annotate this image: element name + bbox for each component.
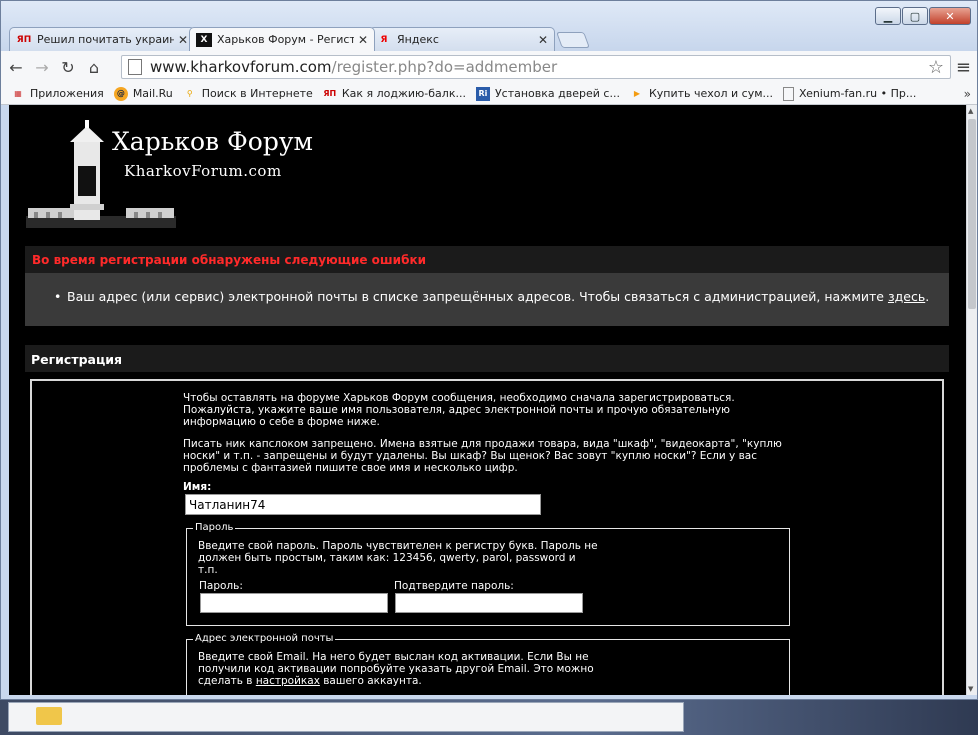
close-tab-icon[interactable]: ✕ [178, 33, 188, 47]
url-path: /register.php?do=addmember [331, 58, 558, 76]
tab-title: Решил почитать украинс [37, 33, 174, 46]
scroll-down-icon[interactable]: ▼ [968, 685, 973, 693]
play-icon: ▶ [633, 89, 641, 98]
email-fieldset: Адрес электронной почты Введите свой Ema… [186, 633, 790, 695]
close-tab-icon[interactable]: ✕ [538, 33, 548, 47]
bookmark-star-icon[interactable]: ☆ [928, 57, 944, 78]
forward-icon[interactable]: → [31, 56, 53, 78]
username-input[interactable]: Чатланин74 [185, 494, 541, 515]
password-help-text: Введите свой пароль. Пароль чувствителен… [198, 540, 598, 576]
bookmark-label: Приложения [30, 87, 104, 100]
password-label: Пароль: [199, 580, 243, 592]
contact-admin-link[interactable]: здесь [888, 289, 925, 304]
home-icon[interactable]: ⌂ [83, 56, 105, 78]
tab-strip: ▁ ▢ ✕ ЯП Решил почитать украинс ✕ Х Харь… [1, 1, 977, 51]
email-help-end: вашего аккаунта. [319, 675, 422, 687]
kharkovforum-favicon-icon: Х [196, 32, 212, 47]
yap-favicon-icon: ЯП [16, 34, 32, 45]
toolbar: ← → ↻ ⌂ www.kharkovforum.com/register.ph… [1, 51, 977, 83]
site-title: Харьков Форум [112, 127, 313, 156]
bookmark-label: Mail.Ru [132, 87, 173, 100]
tab-title: Яндекс [397, 33, 439, 46]
nick-rules-paragraph: Писать ник капслоком запрещено. Имена вз… [183, 438, 782, 474]
reload-icon[interactable]: ↻ [57, 56, 79, 78]
ri-icon: Ri [475, 86, 490, 101]
page-viewport: Харьков Форум KharkovForum.com Во время … [9, 105, 966, 695]
close-window-button[interactable]: ✕ [929, 7, 971, 25]
vertical-scrollbar[interactable]: ▲ ▼ [966, 105, 977, 695]
menu-icon[interactable]: ≡ [956, 57, 971, 78]
mailru-icon: @ [113, 86, 128, 101]
error-message-end: . [925, 289, 930, 304]
registration-form: Чтобы оставлять на форуме Харьков Форум … [30, 379, 944, 695]
tab-yandex[interactable]: Я Яндекс ✕ [369, 27, 555, 51]
back-icon[interactable]: ← [5, 56, 27, 78]
email-legend: Адрес электронной почты [193, 633, 336, 644]
tab-title: Харьков Форум - Регистр [217, 33, 354, 46]
registration-heading: Регистрация [25, 345, 949, 372]
yandex-favicon-icon: Я [380, 34, 388, 45]
bookmark-mailru[interactable]: @ Mail.Ru [113, 86, 173, 101]
bookmark-apps[interactable]: ▦ Приложения [11, 87, 104, 101]
close-tab-icon[interactable]: ✕ [358, 33, 368, 47]
taskbar-window-button[interactable] [8, 702, 684, 732]
yap-icon: ЯП [323, 89, 337, 98]
bookmark-label: Xenium-fan.ru • Пр... [799, 87, 917, 100]
bookmark-case[interactable]: ▶ Купить чехол и сум... [630, 87, 773, 101]
bookmark-doors[interactable]: Ri Установка дверей с... [475, 86, 620, 101]
maximize-button[interactable]: ▢ [902, 7, 928, 25]
password-legend: Пароль [193, 522, 236, 533]
settings-link[interactable]: настройках [256, 675, 320, 687]
site-subtitle: KharkovForum.com [124, 162, 282, 180]
error-heading: Во время регистрации обнаружены следующи… [25, 246, 949, 273]
tab-kharkovforum[interactable]: Х Харьков Форум - Регистр ✕ [189, 27, 375, 51]
error-message: Ваш адрес (или сервис) электронной почты… [67, 289, 888, 304]
bookmark-search[interactable]: ⚲ Поиск в Интернете [183, 87, 313, 101]
confirm-password-input[interactable] [395, 593, 583, 613]
bookmark-xenium[interactable]: Xenium-fan.ru • Пр... [783, 86, 917, 101]
page-icon [128, 59, 142, 75]
bookmark-label: Купить чехол и сум... [648, 87, 774, 100]
email-help-text: Введите свой Email. На него будет выслан… [198, 651, 598, 687]
registration-intro: Чтобы оставлять на форуме Харьков Форум … [183, 392, 783, 486]
search-icon: ⚲ [186, 89, 193, 98]
confirm-password-label: Подтвердите пароль: [394, 580, 514, 592]
bookmark-label: Как я лоджию-балк... [341, 87, 466, 100]
tab-yap[interactable]: ЯП Решил почитать украинс ✕ [9, 27, 195, 51]
window-controls: ▁ ▢ ✕ [875, 7, 971, 25]
error-message-box: • Ваш адрес (или сервис) электронной поч… [25, 273, 949, 326]
password-input[interactable] [200, 593, 388, 613]
bookmarks-more-icon[interactable]: » [964, 87, 971, 101]
minimize-button[interactable]: ▁ [875, 7, 901, 25]
name-label: Имя: [183, 481, 212, 493]
url-host: www.kharkovforum.com [150, 58, 332, 76]
bookmark-balcony[interactable]: ЯП Как я лоджию-балк... [323, 87, 466, 101]
page-icon [783, 86, 795, 101]
folder-icon[interactable] [36, 707, 62, 725]
scroll-up-icon[interactable]: ▲ [968, 107, 973, 115]
bookmarks-bar: ▦ Приложения @ Mail.Ru ⚲ Поиск в Интернете … [1, 83, 977, 105]
new-tab-button[interactable] [556, 32, 590, 48]
apps-icon: ▦ [14, 89, 22, 98]
address-bar[interactable]: www.kharkovforum.com/register.php?do=add… [121, 55, 951, 79]
password-fieldset: Пароль Введите свой пароль. Пароль чувст… [186, 522, 790, 626]
bookmark-label: Поиск в Интернете [201, 87, 313, 100]
intro-paragraph: Чтобы оставлять на форуме Харьков Форум … [183, 392, 735, 428]
bullet-icon: • [54, 289, 62, 304]
scrollbar-thumb[interactable] [968, 119, 976, 309]
bookmark-label: Установка дверей с... [494, 87, 620, 100]
